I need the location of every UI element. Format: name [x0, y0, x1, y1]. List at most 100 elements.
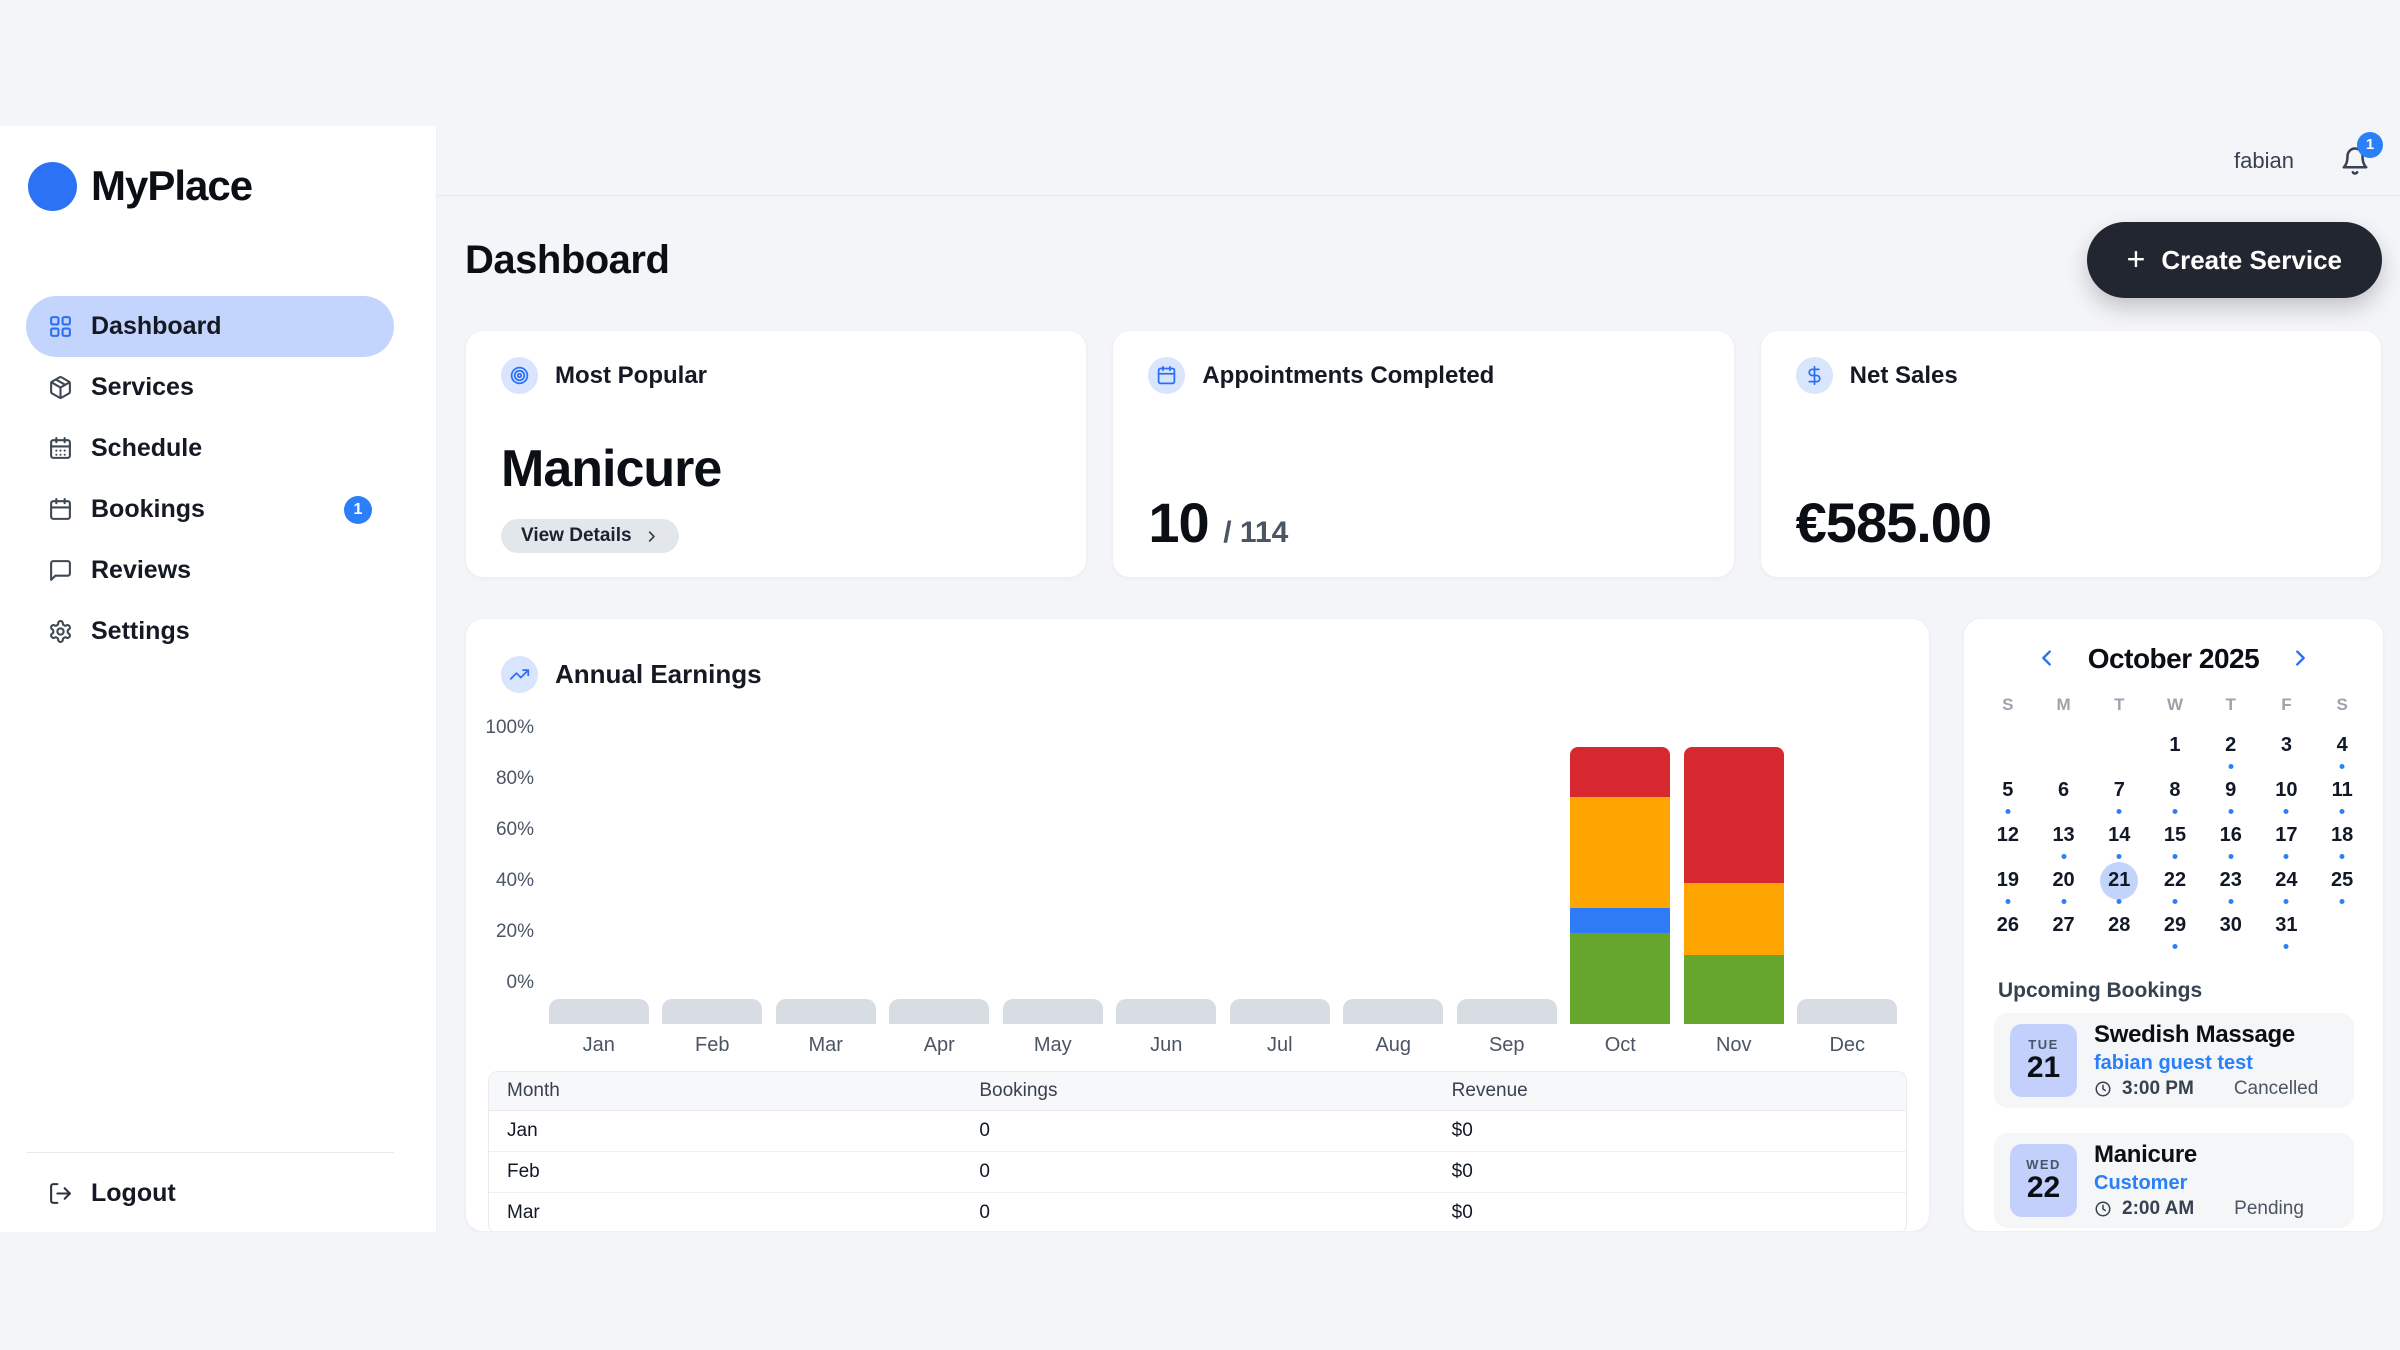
- calendar-day[interactable]: 14: [2091, 813, 2147, 858]
- booking-time: 2:00 AM: [2122, 1198, 2194, 1220]
- chart-bar-placeholder: [1116, 999, 1216, 1024]
- earnings-table: Month Bookings Revenue Jan0$0: [488, 1071, 1907, 1232]
- create-service-button[interactable]: + Create Service: [2087, 222, 2382, 298]
- calendar-day[interactable]: 5: [1980, 768, 2036, 813]
- calendar-days-grid: 1234567891011121314151617181920212223242…: [1980, 723, 2370, 948]
- y-axis-tick: 100%: [466, 716, 534, 740]
- topbar: fabian 1: [437, 126, 2400, 196]
- booking-dot: [2005, 899, 2010, 904]
- booking-dot: [2340, 764, 2345, 769]
- calendar-day-empty: [2036, 723, 2092, 768]
- notification-count-badge: 1: [2357, 132, 2383, 158]
- stat-card-appointments: Appointments Completed 10 / 114: [1112, 330, 1734, 578]
- booking-dot: [2228, 809, 2233, 814]
- booking-customer-link[interactable]: Customer: [2094, 1172, 2304, 1195]
- calendar-day[interactable]: 27: [2036, 903, 2092, 948]
- calendar-day[interactable]: 17: [2259, 813, 2315, 858]
- calendar-day[interactable]: 28: [2091, 903, 2147, 948]
- notifications-button[interactable]: 1: [2340, 146, 2370, 176]
- create-service-label: Create Service: [2161, 245, 2342, 276]
- sidebar-item-settings[interactable]: Settings: [26, 601, 394, 662]
- calendar-day[interactable]: 25: [2314, 858, 2370, 903]
- calendar-day[interactable]: 19: [1980, 858, 2036, 903]
- calendar-day[interactable]: 29: [2147, 903, 2203, 948]
- calendar-next-button[interactable]: [2285, 644, 2315, 674]
- calendar-day[interactable]: 22: [2147, 858, 2203, 903]
- calendar-day[interactable]: 31: [2259, 903, 2315, 948]
- stat-value: €585.00: [1796, 494, 2346, 553]
- calendar-day[interactable]: 16: [2203, 813, 2259, 858]
- booking-dot: [2284, 944, 2289, 949]
- calendar-day[interactable]: 21: [2091, 858, 2147, 903]
- weekday-label: T: [2091, 695, 2147, 715]
- booking-status: Pending: [2234, 1198, 2304, 1220]
- booking-service: Manicure: [2094, 1141, 2304, 1169]
- sidebar-item-dashboard[interactable]: Dashboard: [26, 296, 394, 357]
- calendar-day[interactable]: 6: [2036, 768, 2092, 813]
- chevron-right-icon: [644, 529, 659, 544]
- calendar-icon: [1148, 357, 1185, 394]
- booking-dot: [2228, 854, 2233, 859]
- stat-label: Most Popular: [555, 362, 707, 390]
- booking-dot: [2340, 809, 2345, 814]
- x-axis-label: Jul: [1223, 1034, 1337, 1057]
- chart-bar-segment-green: [1684, 955, 1784, 1024]
- calendar-panel: October 2025 SMTWTFS 1234567891011121314…: [1963, 618, 2384, 1232]
- view-details-button[interactable]: View Details: [501, 519, 679, 553]
- calendar-day[interactable]: 1: [2147, 723, 2203, 768]
- chart-bar-segment-green: [1570, 933, 1670, 1024]
- package-icon: [48, 375, 73, 400]
- booking-dot: [2228, 899, 2233, 904]
- calendar-day[interactable]: 30: [2203, 903, 2259, 948]
- chart-bar: [1223, 999, 1337, 1024]
- calendar-day[interactable]: 20: [2036, 858, 2092, 903]
- weekday-label: W: [2147, 695, 2203, 715]
- chart-bar-placeholder: [889, 999, 989, 1024]
- table-row: Mar0$0: [489, 1192, 1906, 1232]
- calendar-day[interactable]: 23: [2203, 858, 2259, 903]
- chart-bar: [1791, 999, 1905, 1024]
- booking-card[interactable]: TUE 21 Swedish Massage fabian guest test…: [1994, 1013, 2354, 1108]
- table-header-month: Month: [489, 1072, 961, 1110]
- calendar-day[interactable]: 18: [2314, 813, 2370, 858]
- booking-date-badge: TUE 21: [2010, 1024, 2077, 1097]
- booking-card[interactable]: WED 22 Manicure Customer 2:00 AM Pending: [1994, 1133, 2354, 1228]
- chevron-right-icon: [2289, 647, 2311, 669]
- y-axis-tick: 40%: [466, 869, 534, 893]
- calendar-icon: [48, 497, 73, 522]
- grid-icon: [48, 314, 73, 339]
- sidebar-item-label: Settings: [91, 617, 190, 646]
- sidebar: MyPlace Dashboard Services Schedule Book…: [0, 126, 437, 1232]
- calendar-day[interactable]: 15: [2147, 813, 2203, 858]
- sidebar-item-reviews[interactable]: Reviews: [26, 540, 394, 601]
- calendar-days-icon: [48, 436, 73, 461]
- calendar-day[interactable]: 2: [2203, 723, 2259, 768]
- chart-bar-placeholder: [549, 999, 649, 1024]
- calendar-day[interactable]: 13: [2036, 813, 2092, 858]
- chart-bar-segment-blue: [1570, 908, 1670, 933]
- sidebar-item-bookings[interactable]: Bookings 1: [26, 479, 394, 540]
- calendar-day[interactable]: 7: [2091, 768, 2147, 813]
- x-axis-label: Mar: [769, 1034, 883, 1057]
- username[interactable]: fabian: [2234, 148, 2294, 174]
- chart-bar-segment-orange: [1570, 797, 1670, 908]
- calendar-prev-button[interactable]: [2032, 644, 2062, 674]
- booking-date-badge: WED 22: [2010, 1144, 2077, 1217]
- calendar-day[interactable]: 8: [2147, 768, 2203, 813]
- calendar-day[interactable]: 11: [2314, 768, 2370, 813]
- logout-button[interactable]: Logout: [0, 1179, 436, 1208]
- calendar-day[interactable]: 26: [1980, 903, 2036, 948]
- calendar-day[interactable]: 12: [1980, 813, 2036, 858]
- calendar-day[interactable]: 24: [2259, 858, 2315, 903]
- sidebar-item-schedule[interactable]: Schedule: [26, 418, 394, 479]
- stat-label: Appointments Completed: [1202, 362, 1494, 390]
- calendar-day[interactable]: 10: [2259, 768, 2315, 813]
- calendar-day[interactable]: 9: [2203, 768, 2259, 813]
- calendar-day[interactable]: 3: [2259, 723, 2315, 768]
- sidebar-item-services[interactable]: Services: [26, 357, 394, 418]
- main-area: fabian 1 Dashboard + Create Service Mo: [437, 126, 2400, 1232]
- calendar-day[interactable]: 4: [2314, 723, 2370, 768]
- y-axis-tick: 0%: [466, 971, 534, 995]
- brand-logo: MyPlace: [0, 160, 436, 212]
- booking-customer-link[interactable]: fabian guest test: [2094, 1052, 2318, 1075]
